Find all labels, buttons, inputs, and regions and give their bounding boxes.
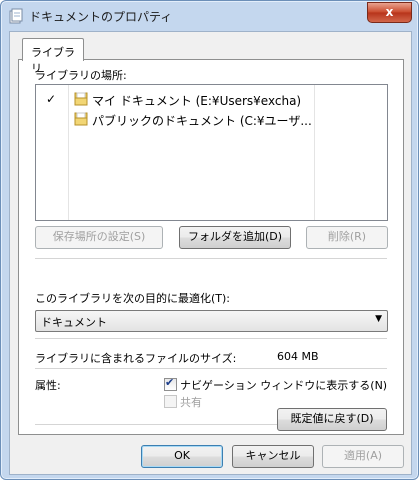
folder-icon: [74, 112, 88, 126]
close-button[interactable]: x: [367, 2, 412, 23]
library-document-icon: [9, 8, 23, 24]
library-tab-panel: ライブラリの場所: ✓ マイ ドキュメント (E:¥Users¥excha) パ…: [18, 59, 404, 435]
list-item[interactable]: ✓ マイ ドキュメント (E:¥Users¥excha): [36, 89, 387, 109]
library-locations-list[interactable]: ✓ マイ ドキュメント (E:¥Users¥excha) パブリックのドキュメン…: [35, 84, 388, 221]
list-item[interactable]: パブリックのドキュメント (C:¥ユーザ...: [36, 109, 387, 129]
shared-checkbox[interactable]: [164, 395, 177, 408]
library-size-value: 604 MB: [277, 350, 319, 363]
dialog-client-area: ライブラリ ライブラリの場所: ✓ マイ ドキュメント (E:¥Users¥ex…: [9, 31, 412, 475]
close-icon: x: [385, 5, 394, 19]
tab-library[interactable]: ライブラリ: [22, 38, 84, 75]
title-bar[interactable]: ドキュメントのプロパティ x: [1, 1, 418, 31]
apply-button[interactable]: 適用(A): [322, 445, 404, 468]
restore-defaults-button[interactable]: 既定値に戻す(D): [277, 408, 387, 431]
separator: [35, 258, 387, 259]
ok-button[interactable]: OK: [141, 445, 223, 468]
optimize-for-value: ドキュメント: [41, 316, 107, 329]
list-item-label: パブリックのドキュメント (C:¥ユーザ...: [92, 114, 312, 128]
show-in-navigation-label[interactable]: ナビゲーション ウィンドウに表示する(N): [180, 377, 387, 393]
set-save-location-button[interactable]: 保存場所の設定(S): [35, 226, 163, 249]
add-folder-button[interactable]: フォルダを追加(D): [179, 226, 291, 249]
optimize-for-label: このライブラリを次の目的に最適化(T):: [35, 292, 231, 305]
remove-button[interactable]: 削除(R): [306, 226, 388, 249]
cancel-button[interactable]: キャンセル: [232, 445, 314, 468]
shared-label[interactable]: 共有: [180, 394, 202, 410]
separator: [35, 338, 387, 339]
tab-library-label: ライブラリ: [31, 46, 75, 75]
separator: [35, 368, 387, 369]
properties-window: ドキュメントのプロパティ x ライブラリ ライブラリの場所: ✓ マイ ドキュメ…: [0, 0, 419, 480]
folder-icon: [74, 92, 88, 106]
window-title: ドキュメントのプロパティ: [29, 10, 173, 24]
attributes-label: 属性:: [35, 379, 61, 392]
dropdown-arrow-icon: ▼: [375, 314, 382, 324]
library-size-label: ライブラリに含まれるファイルのサイズ:: [35, 352, 237, 365]
optimize-for-dropdown[interactable]: ドキュメント ▼: [35, 310, 388, 332]
show-in-navigation-checkbox[interactable]: [164, 376, 177, 391]
list-item-label: マイ ドキュメント (E:¥Users¥excha): [92, 94, 302, 108]
default-location-check-icon: ✓: [46, 92, 57, 106]
